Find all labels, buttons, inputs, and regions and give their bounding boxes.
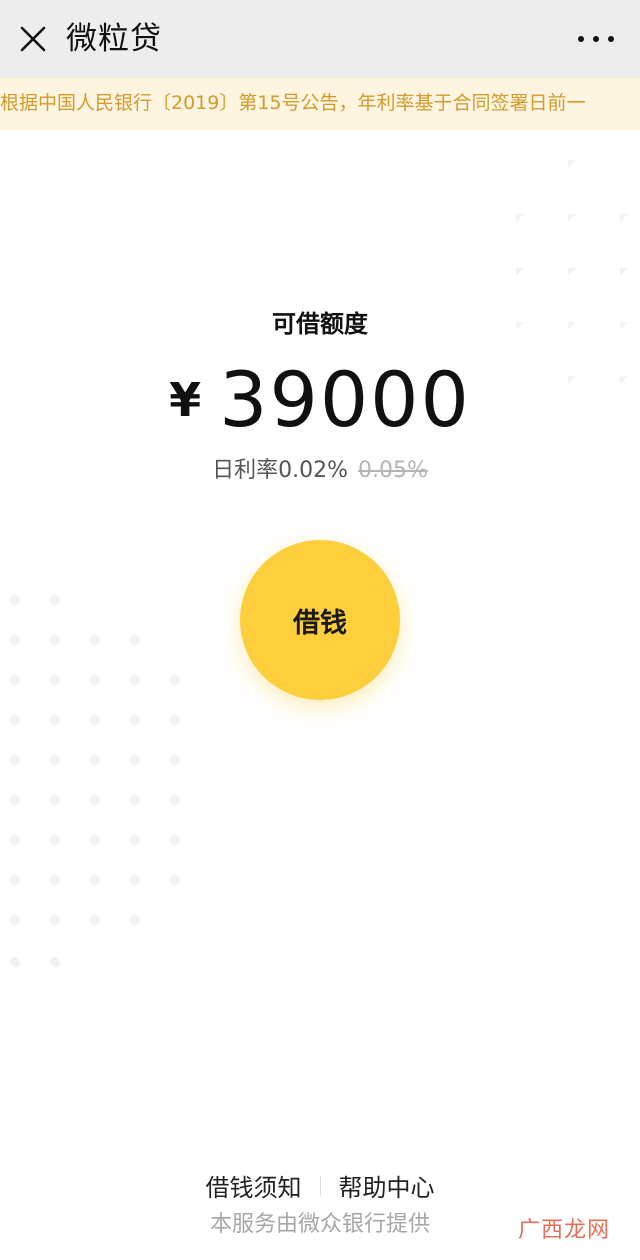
decorative-dot-pattern	[10, 595, 180, 967]
borrow-button-label: 借钱	[293, 607, 347, 639]
footer-divider	[319, 1175, 321, 1196]
daily-rate: 日利率0.02% 0.05%	[0, 454, 640, 488]
credit-limit-label: 可借额度	[272, 310, 368, 338]
currency-symbol: ¥	[169, 373, 202, 427]
watermark: 广西龙网	[517, 1218, 610, 1243]
credit-limit-amount: ¥39000	[0, 352, 640, 469]
footer-links: 借钱须知 帮助中心	[0, 1168, 640, 1203]
notice-banner[interactable]: 根据中国人民银行〔2019〕第15号公告，年利率基于合同签署日前一	[0, 78, 640, 130]
daily-rate-current: 日利率0.02%	[212, 458, 348, 483]
borrow-notice-link[interactable]: 借钱须知	[206, 1168, 302, 1203]
more-dot	[578, 36, 584, 42]
top-bar: 微粒贷	[0, 0, 640, 78]
help-center-link[interactable]: 帮助中心	[339, 1168, 435, 1203]
more-dot	[593, 36, 599, 42]
page-title: 微粒贷	[66, 21, 162, 57]
borrow-button[interactable]: 借钱	[240, 540, 400, 700]
notice-text: 根据中国人民银行〔2019〕第15号公告，年利率基于合同签署日前一	[0, 92, 586, 114]
more-dots-icon[interactable]	[578, 26, 614, 52]
more-dot	[608, 36, 614, 42]
amount-value: 39000	[219, 355, 471, 444]
close-icon[interactable]	[18, 24, 48, 54]
daily-rate-original: 0.05%	[358, 458, 428, 483]
